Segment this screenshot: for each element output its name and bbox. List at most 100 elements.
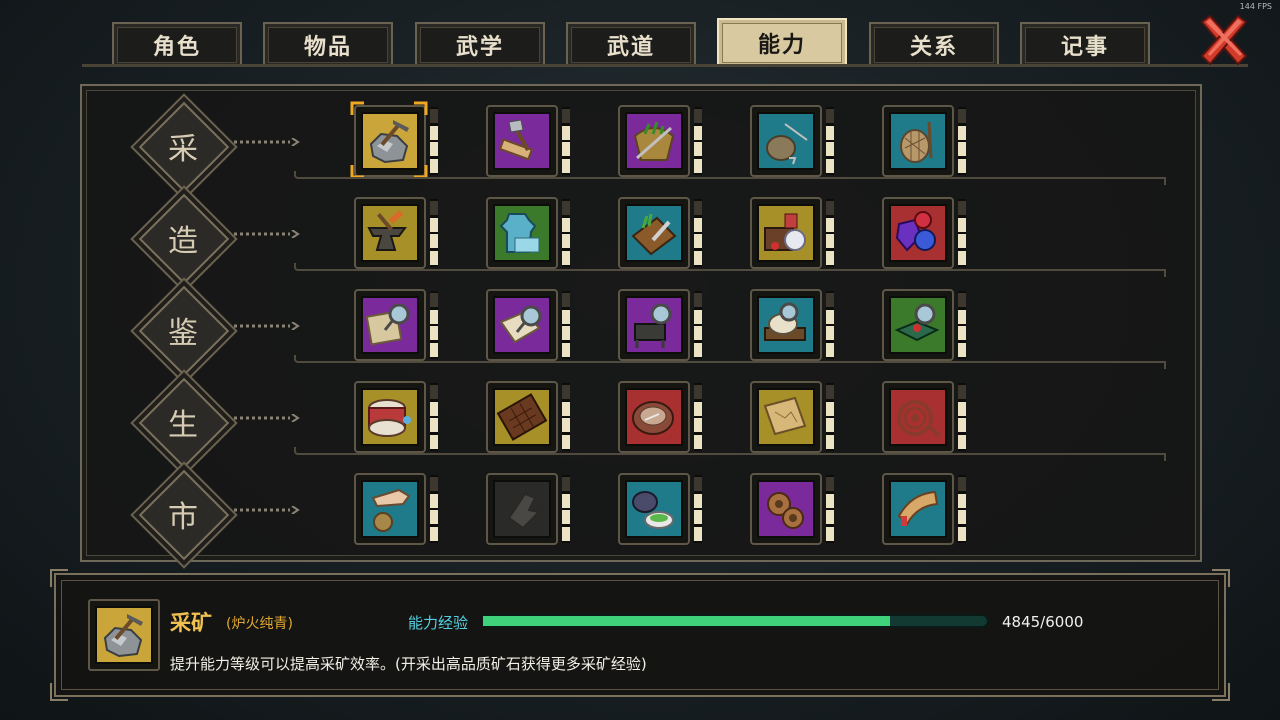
skill-icon-frame bbox=[882, 381, 954, 453]
level-pip bbox=[562, 309, 570, 324]
skill-slot[interactable] bbox=[750, 381, 836, 455]
skill-slot[interactable] bbox=[354, 197, 440, 271]
skill-icon-frame bbox=[618, 289, 690, 361]
skill-level-pips bbox=[430, 475, 438, 543]
corner-ornament bbox=[50, 569, 68, 587]
skill-level-pips bbox=[430, 199, 438, 267]
skill-slot[interactable] bbox=[750, 473, 836, 547]
skill-slot[interactable] bbox=[486, 381, 572, 455]
skill-slot[interactable] bbox=[618, 381, 704, 455]
level-pip bbox=[562, 342, 570, 357]
category-badge: 生 bbox=[138, 377, 230, 469]
level-pip bbox=[562, 234, 570, 249]
level-pip bbox=[430, 401, 438, 416]
level-pip bbox=[562, 201, 570, 215]
row-divider bbox=[294, 171, 1166, 185]
level-pip bbox=[826, 293, 834, 307]
skill-slot[interactable] bbox=[354, 381, 440, 455]
skill-level-pips bbox=[958, 107, 966, 175]
level-pip bbox=[694, 493, 702, 508]
level-pip bbox=[958, 158, 966, 173]
level-pip bbox=[958, 125, 966, 140]
level-pip bbox=[562, 434, 570, 449]
corner-ornament bbox=[50, 683, 68, 701]
tab-6[interactable]: 记事 bbox=[1020, 22, 1150, 66]
skill-slot[interactable] bbox=[618, 473, 704, 547]
skill-slot[interactable] bbox=[750, 289, 836, 363]
skill-icon-frame bbox=[882, 197, 954, 269]
skill-level-pips bbox=[562, 475, 570, 543]
skill-level-pips bbox=[958, 291, 966, 359]
tab-label: 关系 bbox=[909, 35, 958, 60]
skill-slot[interactable] bbox=[882, 197, 968, 271]
appraise-book-icon bbox=[493, 296, 551, 354]
level-pip bbox=[694, 158, 702, 173]
dotted-arrow-icon bbox=[234, 506, 300, 514]
skill-slot[interactable] bbox=[486, 289, 572, 363]
category-label: 采 bbox=[168, 132, 198, 167]
skill-level-pips bbox=[826, 475, 834, 543]
level-pip bbox=[430, 477, 438, 491]
tab-1[interactable]: 物品 bbox=[263, 22, 393, 66]
tab-2[interactable]: 武学 bbox=[415, 22, 545, 66]
tab-label: 武学 bbox=[455, 35, 504, 60]
close-button[interactable] bbox=[1196, 12, 1252, 68]
level-pip bbox=[826, 401, 834, 416]
skill-slot[interactable] bbox=[618, 197, 704, 271]
skill-icon-frame bbox=[750, 197, 822, 269]
skill-info-panel: 采矿 (炉火纯青) 能力经验 4845/6000 提升能力等级可以提高采矿效率。… bbox=[50, 569, 1230, 701]
skill-slot[interactable] bbox=[486, 473, 572, 547]
level-pip bbox=[958, 142, 966, 157]
level-pip bbox=[694, 434, 702, 449]
skill-slot[interactable] bbox=[350, 101, 440, 179]
bowl-dish-icon bbox=[625, 388, 683, 446]
skill-icon-frame bbox=[486, 289, 558, 361]
category-badge: 鉴 bbox=[138, 285, 230, 377]
skill-slot[interactable] bbox=[354, 289, 440, 363]
skill-icon-frame bbox=[486, 381, 558, 453]
tab-4[interactable]: 能力 bbox=[717, 18, 847, 66]
level-pip bbox=[562, 109, 570, 123]
skill-slot[interactable] bbox=[882, 105, 968, 179]
level-pip bbox=[562, 142, 570, 157]
row-divider bbox=[294, 447, 1166, 461]
tab-3[interactable]: 武道 bbox=[566, 22, 696, 66]
skill-icon-frame bbox=[354, 197, 426, 269]
level-pip bbox=[826, 526, 834, 541]
level-pip bbox=[562, 293, 570, 307]
level-pip bbox=[958, 418, 966, 433]
level-pip bbox=[826, 342, 834, 357]
category-badge: 市 bbox=[138, 469, 230, 561]
skill-slot[interactable] bbox=[882, 381, 968, 455]
level-pip bbox=[430, 493, 438, 508]
level-pip bbox=[562, 125, 570, 140]
skill-slot[interactable] bbox=[750, 105, 836, 179]
level-pip bbox=[430, 293, 438, 307]
level-pip bbox=[694, 326, 702, 341]
selected-skill-icon-box bbox=[88, 599, 160, 671]
level-pip bbox=[958, 510, 966, 525]
skill-slot[interactable] bbox=[354, 473, 440, 547]
skill-level-pips bbox=[430, 107, 438, 175]
category-badge: 采 bbox=[138, 101, 230, 193]
level-pip bbox=[562, 526, 570, 541]
skill-icon-frame bbox=[618, 105, 690, 177]
dotted-arrow-icon bbox=[234, 230, 300, 238]
level-pip bbox=[694, 385, 702, 399]
level-pip bbox=[826, 326, 834, 341]
skill-icon-frame bbox=[882, 289, 954, 361]
level-pip bbox=[958, 109, 966, 123]
skill-slot[interactable] bbox=[486, 105, 572, 179]
skill-slot[interactable] bbox=[618, 289, 704, 363]
skill-slot[interactable] bbox=[486, 197, 572, 271]
skill-slot[interactable] bbox=[750, 197, 836, 271]
tab-5[interactable]: 关系 bbox=[869, 22, 999, 66]
skill-slot[interactable] bbox=[882, 289, 968, 363]
skill-slot[interactable] bbox=[618, 105, 704, 179]
drum-instrument-icon bbox=[361, 388, 419, 446]
level-pip bbox=[694, 293, 702, 307]
tab-underline bbox=[82, 64, 1248, 67]
level-pip bbox=[826, 418, 834, 433]
skill-slot[interactable] bbox=[882, 473, 968, 547]
tab-0[interactable]: 角色 bbox=[112, 22, 242, 66]
